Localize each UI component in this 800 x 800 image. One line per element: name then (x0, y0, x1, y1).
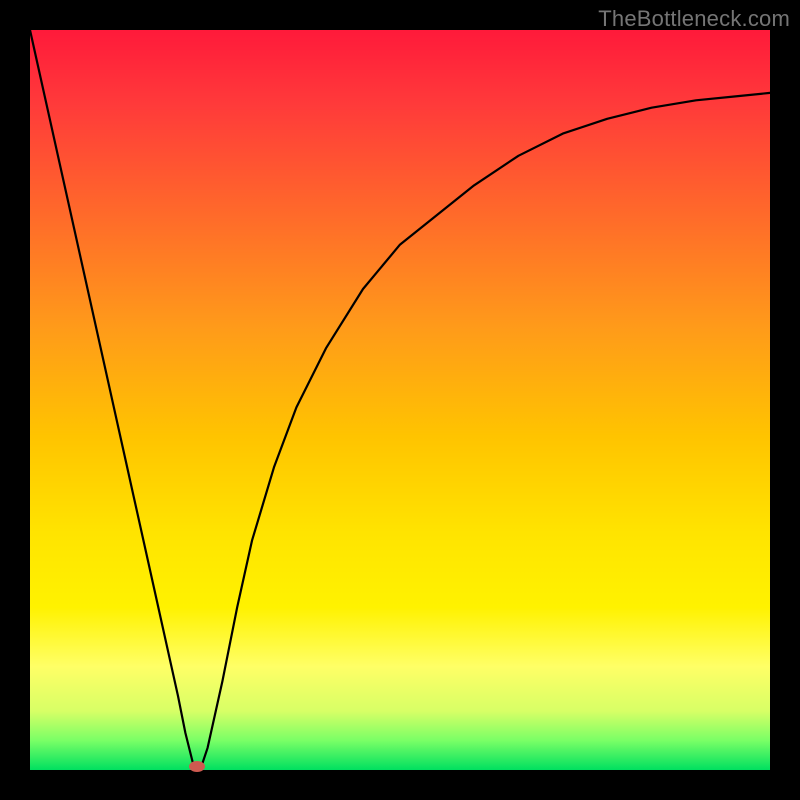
curve-svg (30, 30, 770, 770)
optimum-marker (189, 761, 205, 772)
bottleneck-curve (30, 30, 770, 770)
plot-area (30, 30, 770, 770)
watermark-text: TheBottleneck.com (598, 6, 790, 32)
chart-frame: TheBottleneck.com (0, 0, 800, 800)
